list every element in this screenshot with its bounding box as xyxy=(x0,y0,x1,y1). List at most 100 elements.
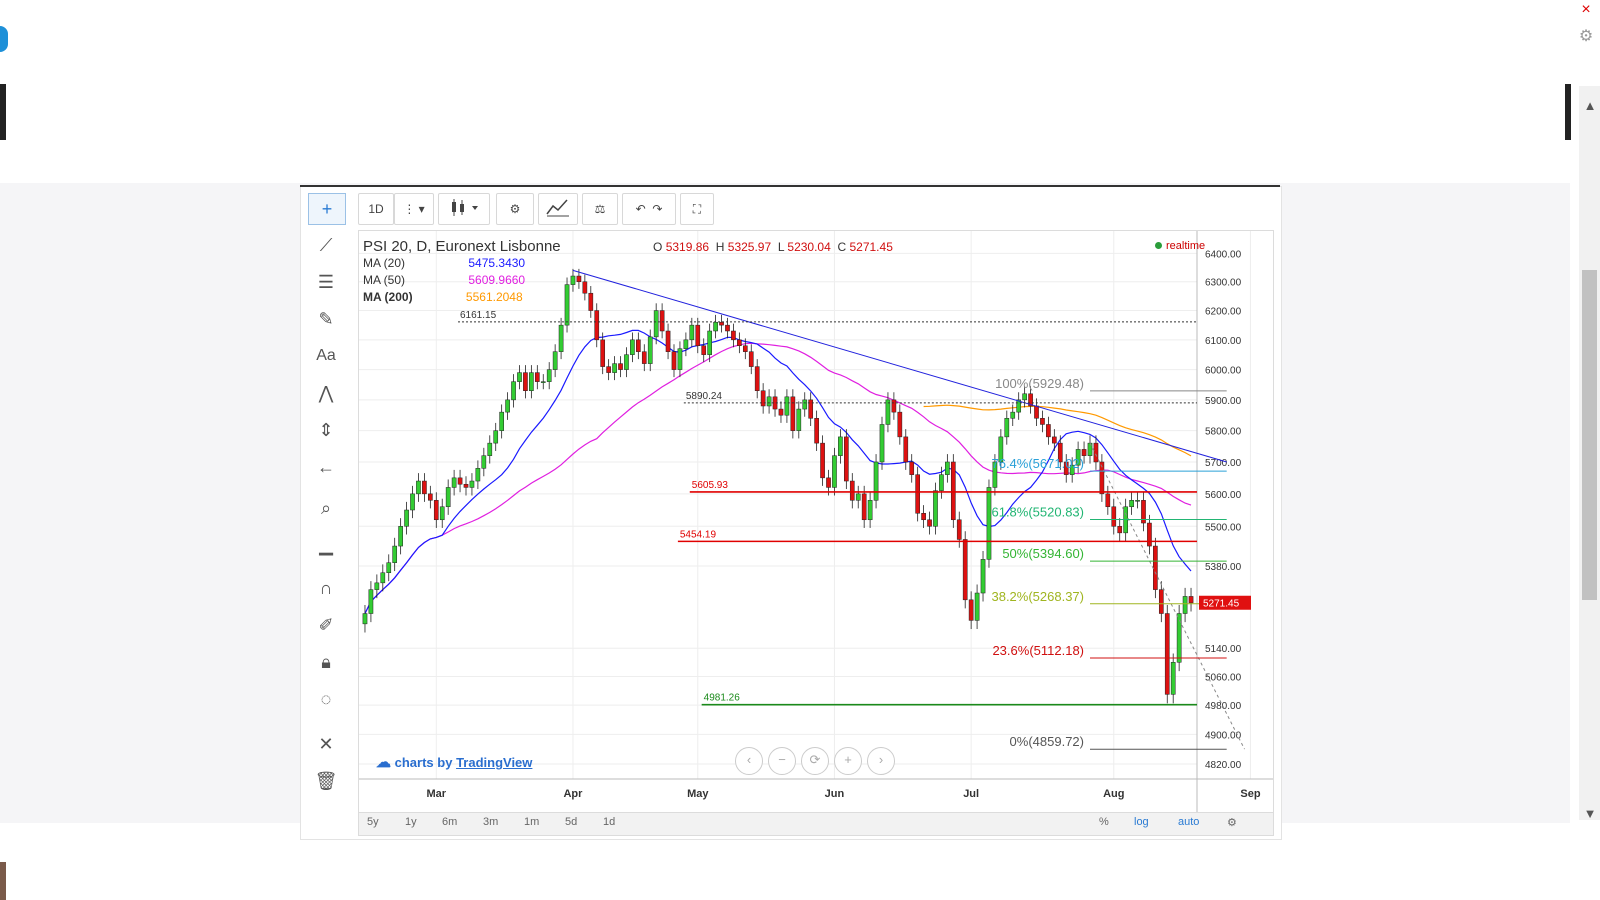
candle-body[interactable] xyxy=(552,351,558,370)
candle-body[interactable] xyxy=(618,363,623,370)
percent-scale-button[interactable]: % xyxy=(1099,816,1109,828)
settings-button[interactable]: ⚙ xyxy=(496,193,534,225)
candle-body[interactable] xyxy=(362,613,368,625)
range-3m[interactable]: 3m xyxy=(483,816,498,828)
candle-body[interactable] xyxy=(968,599,974,621)
candle-body[interactable] xyxy=(802,399,808,410)
candle-body[interactable] xyxy=(1176,613,1182,663)
scroll-right-button[interactable]: › xyxy=(867,747,895,775)
candle-body[interactable] xyxy=(523,372,528,391)
candle-body[interactable] xyxy=(422,480,427,495)
range-1y[interactable]: 1y xyxy=(405,816,417,828)
range-1d[interactable]: 1d xyxy=(603,816,615,828)
candle-body[interactable] xyxy=(1004,418,1010,438)
auto-scale-button[interactable]: auto xyxy=(1178,816,1199,828)
candle-body[interactable] xyxy=(855,493,861,501)
candle-body[interactable] xyxy=(517,372,522,382)
candle-body[interactable] xyxy=(540,381,546,383)
redo-icon[interactable]: ↷ xyxy=(652,202,662,216)
candle-body[interactable] xyxy=(398,526,403,547)
candle-body[interactable] xyxy=(725,324,730,332)
candle-body[interactable] xyxy=(950,461,956,521)
fullscreen-button[interactable]: ⛶ xyxy=(680,193,714,225)
candle-body[interactable] xyxy=(974,592,980,621)
candle-body[interactable] xyxy=(392,545,398,563)
candle-body[interactable] xyxy=(760,390,766,407)
candle-body[interactable] xyxy=(493,430,499,444)
candle-body[interactable] xyxy=(879,424,885,463)
candle-body[interactable] xyxy=(594,310,600,341)
brush-icon[interactable]: ✎ xyxy=(308,304,344,334)
candle-body[interactable] xyxy=(701,345,707,355)
arrow-icon[interactable]: ← xyxy=(308,452,344,482)
candle-body[interactable] xyxy=(641,351,647,364)
candle-body[interactable] xyxy=(475,468,481,482)
candle-body[interactable] xyxy=(820,442,825,479)
candle-body[interactable] xyxy=(897,411,903,438)
scroll-down-icon[interactable]: ▼ xyxy=(1582,806,1598,822)
candle-body[interactable] xyxy=(689,324,695,341)
candle-body[interactable] xyxy=(1129,500,1134,508)
magnet-icon[interactable]: ∩ xyxy=(308,573,344,603)
candle-body[interactable] xyxy=(1046,424,1051,438)
zoom-out-button[interactable]: − xyxy=(768,747,796,775)
candle-body[interactable] xyxy=(481,455,487,469)
candle-body[interactable] xyxy=(1081,449,1087,456)
scrollbar-thumb[interactable] xyxy=(1582,270,1597,600)
range-5d[interactable]: 5d xyxy=(565,816,577,828)
candle-body[interactable] xyxy=(570,275,576,285)
trend-line-icon[interactable]: ⟋ xyxy=(308,230,344,260)
candle-body[interactable] xyxy=(433,500,439,521)
candle-body[interactable] xyxy=(636,339,641,352)
candle-body[interactable] xyxy=(1105,493,1111,508)
candle-body[interactable] xyxy=(529,372,534,391)
candle-body[interactable] xyxy=(1153,545,1158,590)
candle-body[interactable] xyxy=(380,572,386,584)
chart-area[interactable]: 6400.00 6300.00 6200.00 6100.00 6000.00 5900.… xyxy=(358,230,1274,814)
candle-body[interactable] xyxy=(1093,442,1099,463)
undo-icon[interactable]: ↶ xyxy=(636,202,646,216)
ma50-legend[interactable]: MA (50) 5609.9660 xyxy=(363,273,525,287)
candle-body[interactable] xyxy=(980,559,986,594)
candle-body[interactable] xyxy=(1010,411,1016,419)
candle-body[interactable] xyxy=(386,562,392,573)
candle-body[interactable] xyxy=(719,321,724,326)
candle-body[interactable] xyxy=(374,582,380,590)
tradingview-branding[interactable]: ☁ charts by TradingView xyxy=(376,753,532,771)
close-icon[interactable]: × xyxy=(1572,0,1600,20)
indicators-button[interactable] xyxy=(538,193,578,225)
zoom-icon[interactable]: ⌕ xyxy=(308,493,344,523)
candle-body[interactable] xyxy=(487,442,493,456)
candle-body[interactable] xyxy=(1052,436,1057,444)
candle-body[interactable] xyxy=(933,490,938,527)
candle-body[interactable] xyxy=(410,493,415,511)
candle-body[interactable] xyxy=(754,366,760,391)
candle-body[interactable] xyxy=(1117,526,1123,534)
candle-body[interactable] xyxy=(921,513,926,521)
candle-body[interactable] xyxy=(416,480,421,495)
candle-body[interactable] xyxy=(505,399,510,413)
candle-body[interactable] xyxy=(748,351,754,367)
ruler-icon[interactable]: ▁ xyxy=(308,530,344,560)
ma200-legend[interactable]: MA (200) 5561.2048 xyxy=(363,290,523,304)
candle-body[interactable] xyxy=(457,477,463,485)
candle-body[interactable] xyxy=(582,281,588,294)
candle-body[interactable] xyxy=(624,354,629,370)
candle-body[interactable] xyxy=(778,408,784,416)
candle-body[interactable] xyxy=(546,369,552,382)
candle-body[interactable] xyxy=(653,310,659,338)
candle-body[interactable] xyxy=(832,455,837,488)
candle-body[interactable] xyxy=(1147,522,1152,547)
candle-body[interactable] xyxy=(849,480,855,501)
candle-body[interactable] xyxy=(1170,662,1176,695)
candle-body[interactable] xyxy=(945,461,950,475)
compare-button[interactable]: ⚖ xyxy=(582,193,618,225)
candle-body[interactable] xyxy=(665,330,671,352)
candle-body[interactable] xyxy=(1182,596,1188,614)
candle-body[interactable] xyxy=(1164,613,1170,695)
candle-body[interactable] xyxy=(844,436,849,482)
candle-body[interactable] xyxy=(986,487,992,560)
left-side-tab[interactable] xyxy=(0,84,6,140)
candle-body[interactable] xyxy=(790,396,796,431)
eye-hidden-icon[interactable]: ◌ xyxy=(308,684,344,714)
